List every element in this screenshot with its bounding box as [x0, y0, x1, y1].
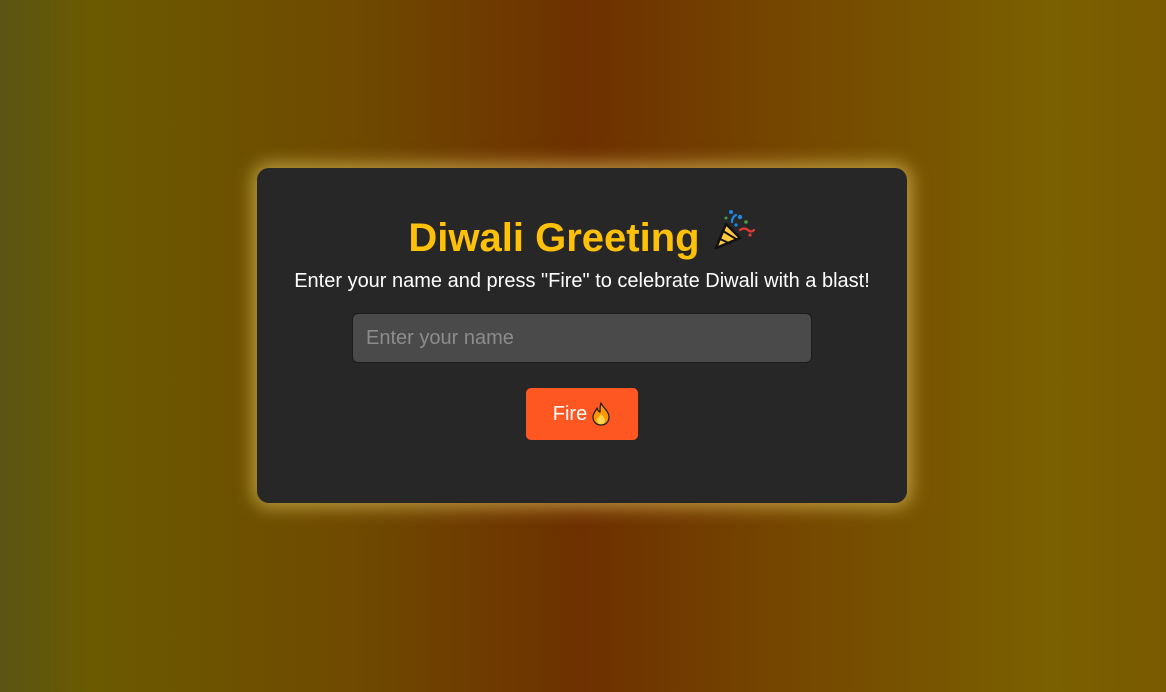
- instruction-text: Enter your name and press "Fire" to cele…: [294, 270, 870, 292]
- party-popper-icon: [710, 208, 756, 265]
- name-input[interactable]: [352, 313, 812, 363]
- fire-button[interactable]: Fire: [526, 388, 638, 440]
- fire-button-label: Fire: [552, 402, 588, 425]
- page-title: Diwali Greeting: [257, 210, 907, 269]
- greeting-card: Diwali Greeting Enter your name and pres…: [257, 168, 907, 503]
- page-title-text: Diwali Greeting: [408, 216, 700, 261]
- fire-icon: [591, 402, 611, 426]
